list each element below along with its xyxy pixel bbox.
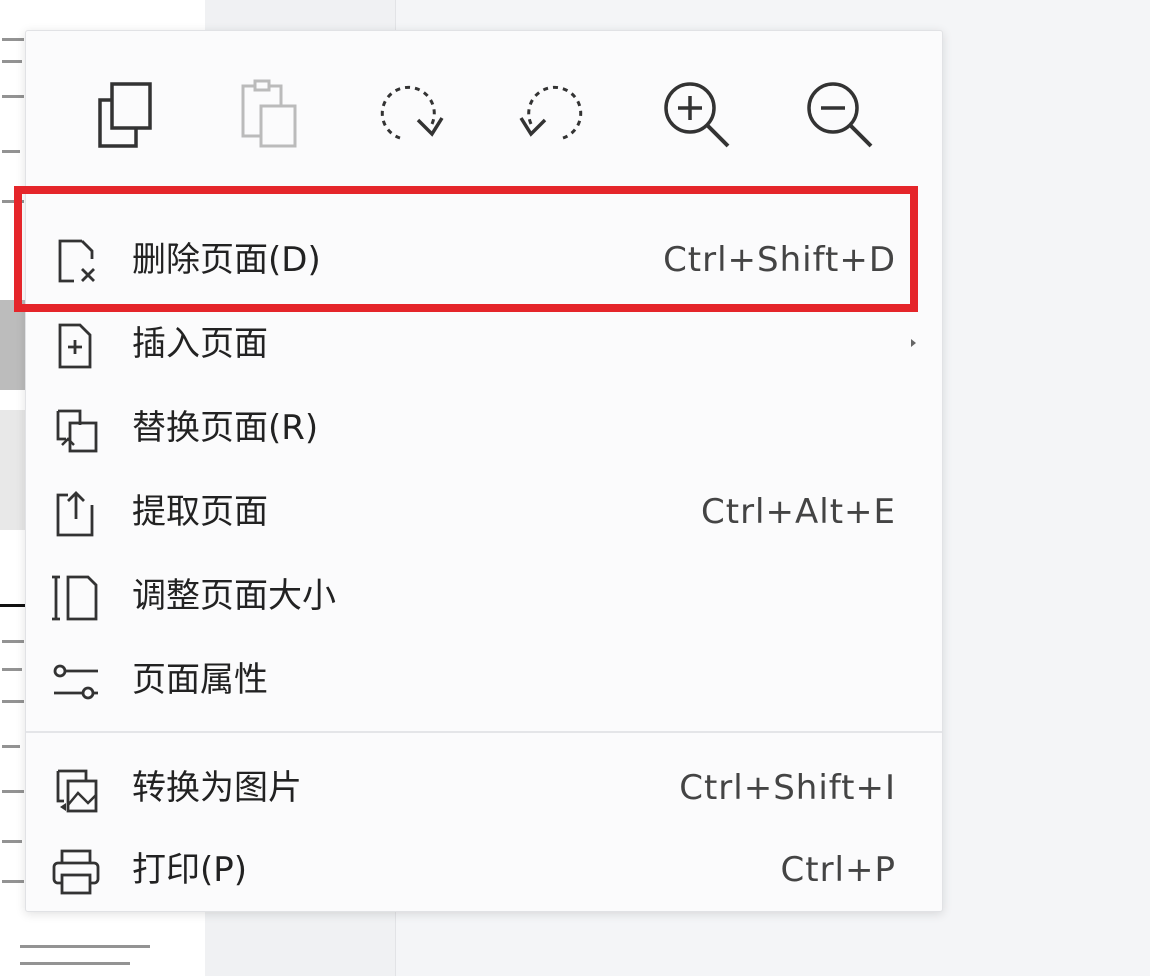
menu-item-shortcut: Ctrl+Alt+E — [701, 492, 896, 532]
doc-text-line — [2, 790, 24, 793]
menu-item-label: 提取页面 — [132, 492, 268, 532]
convert-to-image-icon — [48, 765, 104, 815]
insert-page-icon — [48, 321, 104, 371]
zoom-out-button[interactable] — [794, 69, 884, 159]
doc-text-line — [2, 640, 24, 643]
delete-page-icon — [48, 237, 104, 287]
page-context-menu: 删除页面(D) Ctrl+Shift+D 插入页面 替换页面(R) 提取页面 C… — [25, 30, 943, 912]
menu-item-shortcut: Ctrl+P — [780, 850, 896, 890]
menu-item-replace-page[interactable]: 替换页面(R) — [26, 387, 942, 469]
menu-item-delete-page[interactable]: 删除页面(D) Ctrl+Shift+D — [26, 219, 942, 301]
menu-item-label: 替换页面(R) — [132, 408, 319, 448]
rotate-clockwise-icon — [380, 85, 444, 140]
screen: 删除页面(D) Ctrl+Shift+D 插入页面 替换页面(R) 提取页面 C… — [0, 0, 1150, 976]
page-properties-icon — [48, 657, 104, 707]
doc-text-line — [2, 38, 24, 41]
doc-text-line — [2, 95, 24, 98]
rotate-counterclockwise-button[interactable] — [508, 69, 598, 159]
replace-page-icon — [48, 405, 104, 455]
menu-item-label: 页面属性 — [132, 660, 268, 700]
zoom-out-icon — [807, 82, 873, 148]
copy-button[interactable] — [79, 69, 169, 159]
menu-item-convert-to-image[interactable]: 转换为图片 Ctrl+Shift+I — [26, 747, 942, 829]
submenu-arrow-icon — [911, 339, 916, 347]
menu-item-label: 删除页面(D) — [132, 240, 321, 280]
doc-text-line — [20, 962, 130, 965]
menu-item-label: 调整页面大小 — [132, 576, 336, 616]
resize-page-icon — [48, 573, 104, 623]
doc-text-line — [2, 700, 24, 703]
print-icon — [48, 847, 104, 897]
doc-text-line — [2, 150, 20, 153]
menu-separator — [26, 731, 942, 733]
menu-item-shortcut: Ctrl+Shift+D — [663, 240, 896, 280]
copy-icon — [98, 82, 152, 148]
rotate-counterclockwise-icon — [519, 85, 583, 140]
menu-toolbar — [26, 31, 942, 181]
doc-text-line — [2, 60, 22, 63]
menu-item-print[interactable]: 打印(P) Ctrl+P — [26, 829, 942, 911]
zoom-in-icon — [664, 82, 730, 148]
menu-item-extract-page[interactable]: 提取页面 Ctrl+Alt+E — [26, 471, 942, 553]
menu-item-insert-page[interactable]: 插入页面 — [26, 303, 942, 385]
extract-page-icon — [48, 489, 104, 539]
rotate-clockwise-button[interactable] — [365, 69, 455, 159]
menu-item-shortcut: Ctrl+Shift+I — [679, 768, 896, 808]
doc-text-line — [20, 945, 150, 948]
menu-item-label: 插入页面 — [132, 324, 268, 364]
zoom-in-button[interactable] — [651, 69, 741, 159]
paste-button[interactable] — [222, 69, 312, 159]
menu-item-label: 转换为图片 — [132, 768, 302, 808]
paste-icon — [241, 79, 297, 148]
doc-text-line — [2, 668, 22, 671]
doc-text-line — [2, 840, 22, 843]
menu-item-resize-page[interactable]: 调整页面大小 — [26, 555, 942, 637]
menu-item-label: 打印(P) — [132, 850, 248, 890]
doc-text-line — [2, 880, 24, 883]
doc-text-line — [2, 200, 24, 203]
doc-text-line — [2, 745, 20, 748]
menu-item-page-properties[interactable]: 页面属性 — [26, 639, 942, 721]
